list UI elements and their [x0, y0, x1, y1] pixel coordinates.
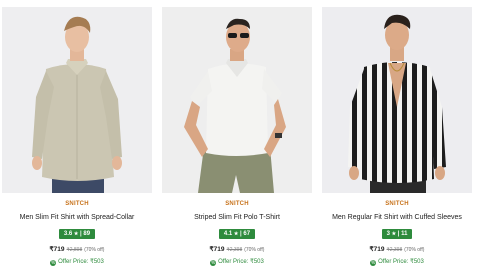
product-title[interactable]: Men Regular Fit Shirt with Cuffed Sleeve…	[322, 213, 472, 222]
mrp-price: ₹2,398	[386, 247, 403, 253]
product-card[interactable]: SNITCH Striped Slim Fit Polo T-Shirt 4.1…	[162, 7, 312, 275]
selling-price: ₹719	[49, 246, 65, 253]
offer-price-row: % Offer Price: ₹503	[2, 258, 152, 267]
rating-count: 67	[243, 231, 251, 237]
rating-value: 4.1	[223, 231, 233, 237]
price-row: ₹719 ₹2,398 (70% off)	[322, 245, 472, 254]
rating-badge: 4.1 ★ | 67	[218, 229, 256, 239]
price-row: ₹719 ₹2,398 (70% off)	[162, 245, 312, 254]
product-card[interactable]: SNITCH Men Regular Fit Shirt with Cuffed…	[322, 7, 472, 275]
offer-price: Offer Price: ₹503	[218, 259, 264, 265]
product-image[interactable]	[162, 7, 312, 193]
tag-icon: %	[50, 259, 57, 266]
rating-value: 3	[386, 231, 390, 237]
offer-price-row: % Offer Price: ₹503	[322, 258, 472, 267]
brand-name: SNITCH	[65, 201, 89, 207]
rating-count: 89	[83, 231, 91, 237]
discount-label: (70% off)	[244, 247, 265, 253]
selling-price: ₹719	[209, 246, 225, 253]
mrp-price: ₹2,398	[226, 247, 243, 253]
offer-price: Offer Price: ₹503	[58, 259, 104, 265]
star-icon: ★	[391, 231, 397, 237]
product-image[interactable]	[322, 7, 472, 193]
rating-badge: 3 ★ | 11	[381, 229, 413, 239]
discount-label: (70% off)	[84, 247, 105, 253]
product-title[interactable]: Striped Slim Fit Polo T-Shirt	[162, 213, 312, 222]
product-image[interactable]	[2, 7, 152, 193]
tag-icon: %	[370, 259, 377, 266]
rating-count: 11	[401, 231, 408, 237]
tag-icon: %	[210, 259, 217, 266]
product-card[interactable]: SNITCH Men Slim Fit Shirt with Spread-Co…	[2, 7, 152, 275]
price-row: ₹719 ₹2,898 (70% off)	[2, 245, 152, 254]
mrp-price: ₹2,898	[66, 247, 83, 253]
brand-name: SNITCH	[385, 201, 409, 207]
product-grid: SNITCH Men Slim Fit Shirt with Spread-Co…	[0, 0, 500, 275]
offer-price-row: % Offer Price: ₹503	[162, 258, 312, 267]
star-icon: ★	[73, 231, 79, 237]
rating-value: 3.6	[63, 231, 73, 237]
star-icon: ★	[233, 231, 239, 237]
product-title[interactable]: Men Slim Fit Shirt with Spread-Collar	[2, 213, 152, 222]
brand-name: SNITCH	[225, 201, 249, 207]
selling-price: ₹719	[369, 246, 385, 253]
offer-price: Offer Price: ₹503	[378, 259, 424, 265]
rating-badge: 3.6 ★ | 89	[58, 229, 96, 239]
discount-label: (70% off)	[404, 247, 425, 253]
